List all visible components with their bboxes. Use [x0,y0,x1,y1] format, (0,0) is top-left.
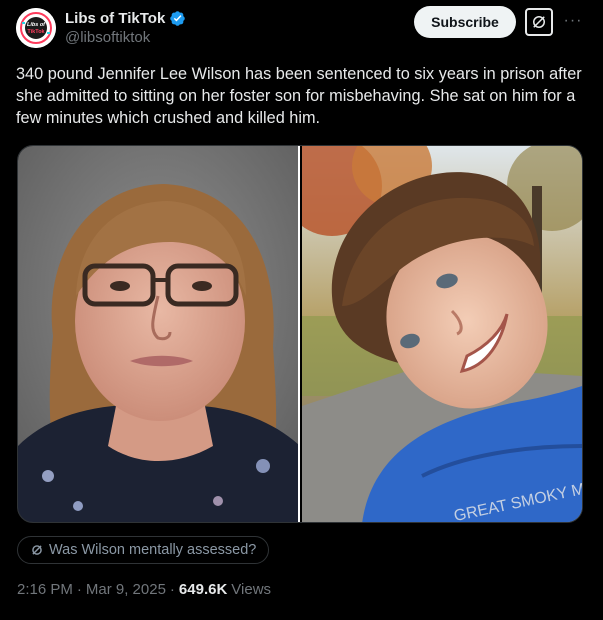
post-time[interactable]: 2:16 PM [17,581,73,598]
svg-text:Libs of: Libs of [27,22,46,28]
meta-separator: · [76,581,82,598]
post-media[interactable]: GREAT SMOKY MOUN [17,145,583,523]
woman-with-glasses-photo-icon[interactable] [18,146,298,522]
subscribe-button[interactable]: Subscribe [414,6,516,38]
views-count: 649.6K [178,581,228,598]
views-label: Views [231,581,272,598]
meta-separator: · [169,581,175,598]
post-text: 340 pound Jennifer Lee Wilson has been s… [16,65,582,127]
grok-suggestion-label: Was Wilson mentally assessed? [49,542,257,558]
author-avatar[interactable]: Libs of TikTok [16,8,56,48]
svg-text:TikTok: TikTok [27,29,45,35]
author-display-name[interactable]: Libs of TikTok [65,10,165,27]
post: Libs of TikTok Libs of TikTok @libsoftik… [0,0,603,620]
grok-suggestion-pill[interactable]: Was Wilson mentally assessed? [17,536,270,564]
grok-button[interactable] [525,8,553,36]
author-handle[interactable]: @libsoftiktok [65,29,150,46]
smiling-boy-photo-icon[interactable]: GREAT SMOKY MOUN [301,146,582,522]
post-date[interactable]: Mar 9, 2025 [86,581,166,598]
media-divider [298,146,300,522]
grok-icon [30,543,44,557]
author-name-row: Libs of TikTok [65,8,186,28]
verified-badge-icon[interactable] [169,10,186,27]
more-options-icon[interactable]: ··· [562,10,584,32]
libs-of-tiktok-logo-icon: Libs of TikTok [16,8,56,48]
post-meta: 2:16 PM · Mar 9, 2025 · 649.6K Views [17,581,271,598]
grok-icon [533,16,545,28]
